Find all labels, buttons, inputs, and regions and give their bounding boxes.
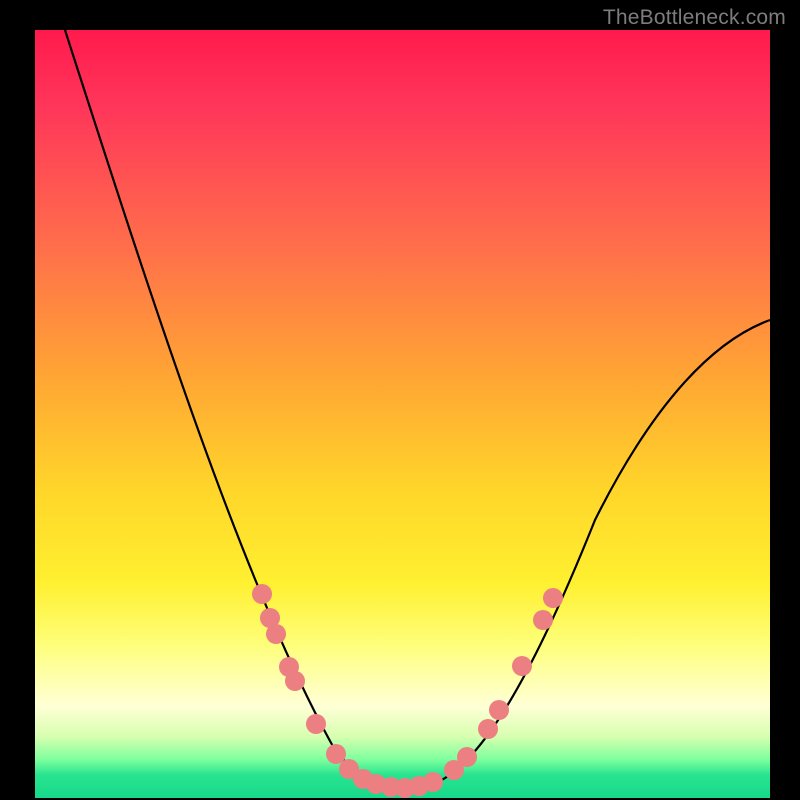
bottleneck-curve [65, 30, 770, 785]
marker-dot [266, 624, 286, 644]
marker-dot [489, 700, 509, 720]
marker-dot [533, 610, 553, 630]
plot-area [35, 30, 770, 798]
marker-dot [423, 772, 443, 792]
watermark-text: TheBottleneck.com [603, 6, 786, 30]
curve-layer [35, 30, 770, 798]
marker-dot [512, 656, 532, 676]
marker-dot [306, 714, 326, 734]
marker-dot [478, 719, 498, 739]
marker-dot [543, 588, 563, 608]
marker-dot [285, 671, 305, 691]
chart-frame: TheBottleneck.com [0, 0, 800, 800]
marker-dot [457, 747, 477, 767]
marker-dot [252, 584, 272, 604]
